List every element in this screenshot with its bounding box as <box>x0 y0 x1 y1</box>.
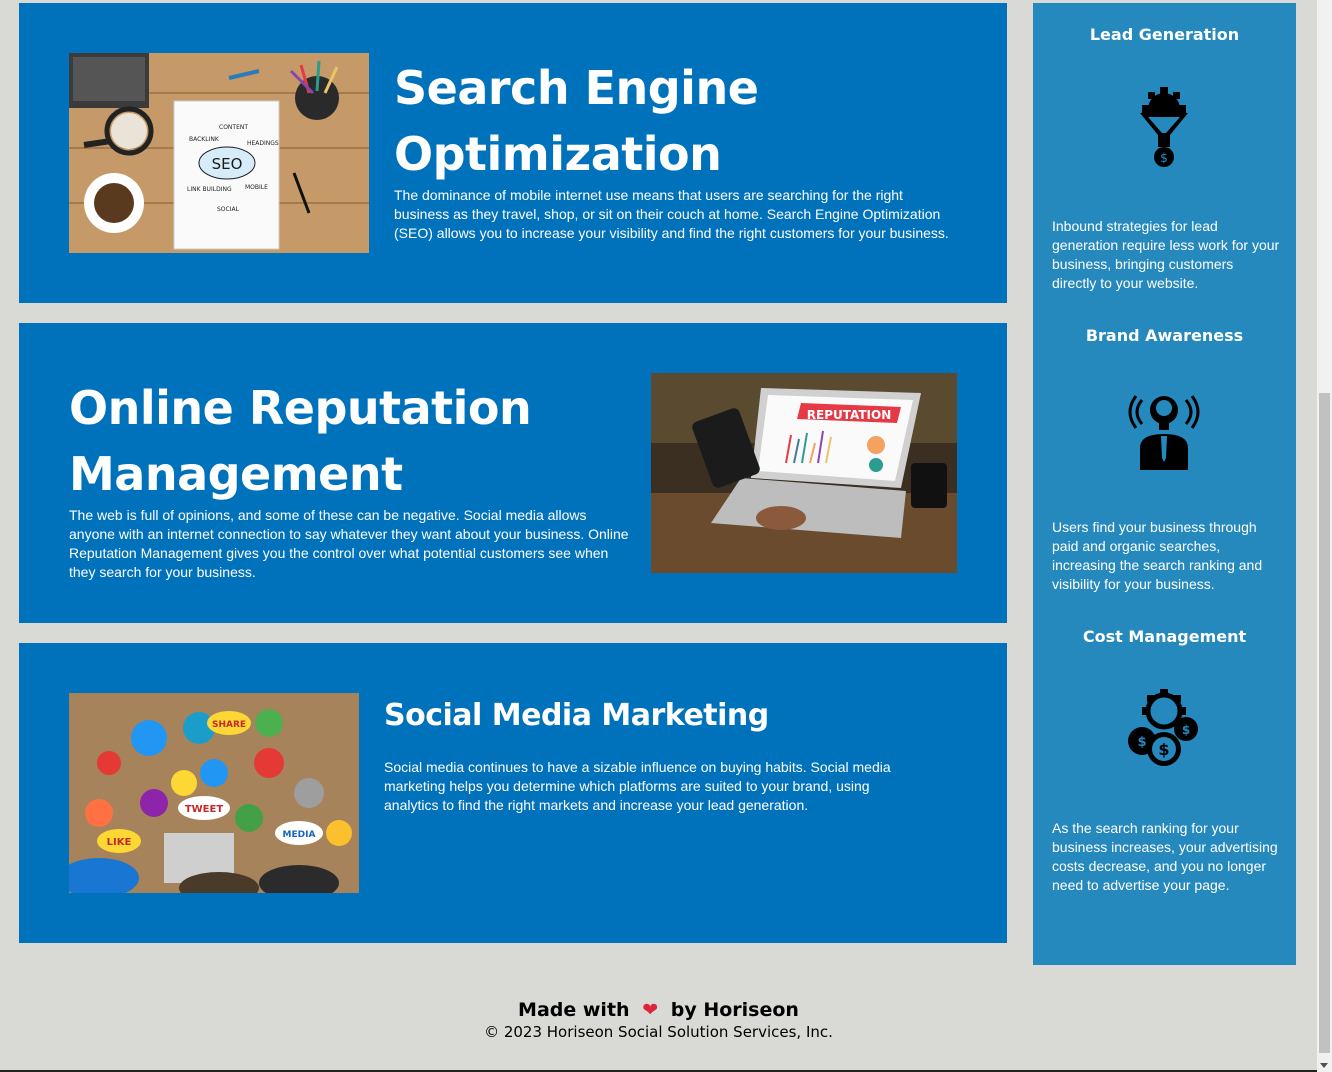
svg-text:LIKE: LIKE <box>107 837 132 848</box>
svg-text:HEADINGS: HEADINGS <box>247 140 279 147</box>
social-media-table-image: SHARE TWEET LIKE MEDIA <box>69 693 359 893</box>
seo-section: SEO BACKLINK HEADINGS CONTENT LINK BUILD… <box>19 3 1007 303</box>
lead-funnel-icon: $ <box>1126 87 1202 169</box>
benefit-cost-management: Cost Management $ $ $ As the search rank… <box>1033 627 1296 893</box>
svg-text:SEO: SEO <box>212 155 243 173</box>
seo-title: Search Engine Optimization <box>394 61 759 181</box>
benefit-text: As the search ranking for your business … <box>1052 820 1278 893</box>
gear-coins-icon: $ $ $ <box>1126 689 1202 771</box>
heart-icon: ❤ <box>642 999 659 1021</box>
svg-text:$: $ <box>1182 723 1190 737</box>
social-media-title: Social Media Marketing <box>384 698 769 733</box>
benefit-lead-generation: Lead Generation $ Inbound strategies for… <box>1033 25 1296 291</box>
svg-text:TWEET: TWEET <box>185 804 224 815</box>
reputation-text: The web is full of opinions, and some of… <box>69 507 629 580</box>
social-media-section: SHARE TWEET LIKE MEDIA Social Media Mark… <box>19 643 1007 943</box>
benefit-brand-awareness: Brand Awareness Users find your business… <box>1033 326 1296 592</box>
svg-text:SOCIAL: SOCIAL <box>217 206 240 213</box>
made-with-label: Made with <box>518 999 630 1021</box>
scrollbar-thumb[interactable] <box>1319 393 1330 1053</box>
made-with-line: Made with ❤ by Horiseon <box>0 998 1317 1022</box>
svg-text:MOBILE: MOBILE <box>245 184 268 191</box>
copyright: © 2023 Horiseon Social Solution Services… <box>484 1023 833 1041</box>
reputation-title: Online Reputation Management <box>69 381 532 501</box>
social-media-text: Social media continues to have a sizable… <box>384 759 891 813</box>
benefit-title: Brand Awareness <box>1085 326 1244 345</box>
seo-text: The dominance of mobile internet use mea… <box>394 187 949 241</box>
svg-text:CONTENT: CONTENT <box>219 124 248 131</box>
benefits-sidebar: Lead Generation $ Inbound strategies for… <box>1033 3 1296 965</box>
svg-text:REPUTATION: REPUTATION <box>807 408 891 422</box>
by-horiseon-label: by Horiseon <box>670 999 799 1021</box>
vertical-scrollbar[interactable] <box>1317 0 1332 1072</box>
scroll-down-arrow-icon[interactable] <box>1320 1063 1328 1068</box>
seo-notebook-image: SEO BACKLINK HEADINGS CONTENT LINK BUILD… <box>69 53 369 253</box>
svg-text:$: $ <box>1160 151 1168 165</box>
svg-text:BACKLINK: BACKLINK <box>189 136 220 143</box>
reputation-section: Online Reputation Management The web is … <box>19 323 1007 623</box>
benefit-title: Cost Management <box>1082 627 1247 646</box>
svg-text:SHARE: SHARE <box>212 720 246 730</box>
svg-text:$: $ <box>1158 740 1169 759</box>
benefit-text: Users find your business through paid an… <box>1052 519 1263 592</box>
page-footer: Made with ❤ by Horiseon © 2023 Horiseon … <box>0 998 1317 1042</box>
reputation-laptop-image: REPUTATION <box>651 373 957 573</box>
svg-text:$: $ <box>1137 735 1146 750</box>
svg-text:LINK BUILDING: LINK BUILDING <box>187 186 232 193</box>
svg-text:MEDIA: MEDIA <box>283 830 316 840</box>
benefit-text: Inbound strategies for lead generation r… <box>1052 218 1280 291</box>
benefit-title: Lead Generation <box>1089 25 1240 44</box>
lightbulb-person-icon <box>1126 388 1202 470</box>
